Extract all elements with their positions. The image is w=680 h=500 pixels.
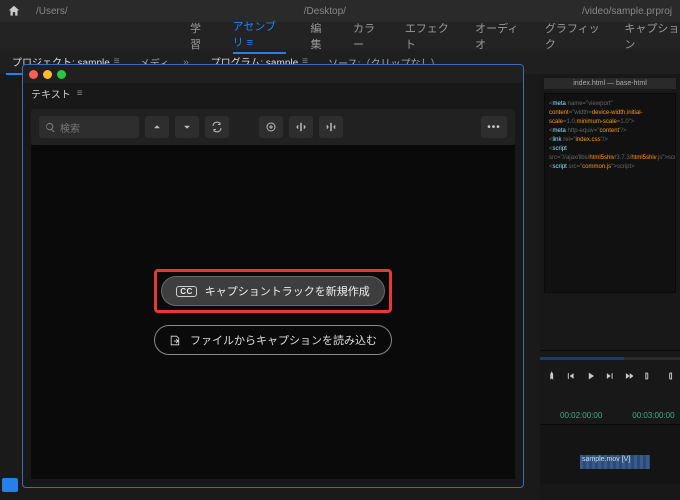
text-panel-tab-row: テキスト ≡ bbox=[23, 83, 523, 103]
workspace-tab[interactable]: カラー bbox=[353, 20, 381, 52]
text-panel-toolbar: 検索 ••• bbox=[31, 109, 515, 145]
code-panel: <meta name="viewport" content="width=dev… bbox=[544, 93, 676, 293]
timecode-label: 00:03:00:00 bbox=[632, 411, 674, 420]
workspace-tab[interactable]: オーディオ bbox=[475, 20, 521, 52]
cc-icon: CC bbox=[176, 286, 197, 297]
mark-in-icon[interactable] bbox=[643, 370, 654, 382]
panel-menu-icon[interactable]: ≡ bbox=[77, 88, 87, 99]
code-line: <meta http-equiv="content"/> bbox=[549, 127, 671, 136]
clip-label: sample.mov [V] bbox=[582, 456, 630, 463]
button-label: キャプショントラックを新規作成 bbox=[205, 283, 370, 299]
transport-controls bbox=[540, 364, 680, 388]
scrub-bar[interactable] bbox=[540, 350, 680, 364]
code-line: <meta name="viewport" content="width=dev… bbox=[549, 100, 671, 127]
titlebar-path-mid: /Desktop/ bbox=[304, 6, 346, 17]
split-caption-button[interactable] bbox=[289, 116, 313, 138]
go-to-end-icon[interactable] bbox=[624, 370, 635, 382]
workspace-tab[interactable]: キャプション bbox=[624, 20, 680, 52]
code-line: <script src="//ajax/libs/html5shiv/3.7.3… bbox=[549, 145, 671, 163]
time-ruler[interactable]: 00:02:00:00 00:03:00:00 bbox=[540, 406, 680, 424]
highlight-frame: CC キャプショントラックを新規作成 bbox=[154, 269, 392, 313]
workspace-menu-icon[interactable]: ≡ bbox=[244, 37, 253, 49]
video-clip[interactable]: sample.mov [V] bbox=[580, 455, 650, 469]
button-label: ファイルからキャプションを読み込む bbox=[190, 332, 377, 348]
text-panel-tab[interactable]: テキスト bbox=[31, 86, 71, 101]
tool-indicator[interactable] bbox=[2, 478, 18, 492]
more-options-button[interactable]: ••• bbox=[481, 116, 507, 138]
import-icon bbox=[169, 334, 182, 347]
import-caption-file-button[interactable]: ファイルからキャプションを読み込む bbox=[154, 325, 392, 355]
mark-out-icon[interactable] bbox=[663, 370, 674, 382]
text-panel-body: CC キャプショントラックを新規作成 ファイルからキャプションを読み込む bbox=[31, 145, 515, 479]
code-panel-title: index.html — base-html bbox=[544, 78, 676, 89]
titlebar-path-left: /Users/ bbox=[36, 6, 68, 17]
merge-caption-button[interactable] bbox=[319, 116, 343, 138]
timecode-label: 00:02:00:00 bbox=[560, 411, 602, 420]
replace-button[interactable] bbox=[205, 116, 229, 138]
search-placeholder: 検索 bbox=[60, 120, 80, 135]
text-panel-titlebar[interactable] bbox=[23, 65, 523, 83]
add-marker-icon[interactable] bbox=[546, 370, 557, 382]
add-caption-button[interactable] bbox=[259, 116, 283, 138]
step-forward-icon[interactable] bbox=[604, 370, 615, 382]
code-line: <link rel="index.css"/> bbox=[549, 136, 671, 145]
search-input[interactable]: 検索 bbox=[39, 116, 139, 138]
text-panel-window: テキスト ≡ 検索 ••• CC キャプショントラックを新規作成 ファイルからキ… bbox=[22, 64, 524, 488]
right-background: index.html — base-html <meta name="viewp… bbox=[540, 74, 680, 500]
titlebar-path-right: /video/sample.prproj bbox=[582, 6, 672, 17]
home-icon[interactable] bbox=[6, 4, 22, 18]
workspace-tab-bar: 学習アセンブリ ≡編集カラーエフェクトオーディオグラフィックキャプション bbox=[0, 22, 680, 50]
nav-up-button[interactable] bbox=[145, 116, 169, 138]
step-back-icon[interactable] bbox=[565, 370, 576, 382]
play-icon[interactable] bbox=[585, 370, 596, 382]
workspace-tab[interactable]: エフェクト bbox=[405, 20, 451, 52]
window-close-icon[interactable] bbox=[29, 70, 38, 79]
window-zoom-icon[interactable] bbox=[57, 70, 66, 79]
timeline-area: 00:02:00:00 00:03:00:00 sample.mov [V] bbox=[540, 350, 680, 500]
app-titlebar: /Users/ /Desktop/ /video/sample.prproj bbox=[0, 0, 680, 22]
workspace-tab[interactable]: グラフィック bbox=[545, 20, 600, 52]
window-minimize-icon[interactable] bbox=[43, 70, 52, 79]
create-caption-track-button[interactable]: CC キャプショントラックを新規作成 bbox=[161, 276, 385, 306]
workspace-tab[interactable]: 学習 bbox=[190, 20, 209, 52]
timeline-tracks[interactable]: sample.mov [V] bbox=[540, 424, 680, 484]
code-line: <script src="common.js">script> bbox=[549, 163, 671, 172]
workspace-tab[interactable]: 編集 bbox=[310, 20, 329, 52]
search-icon bbox=[45, 122, 56, 133]
nav-down-button[interactable] bbox=[175, 116, 199, 138]
